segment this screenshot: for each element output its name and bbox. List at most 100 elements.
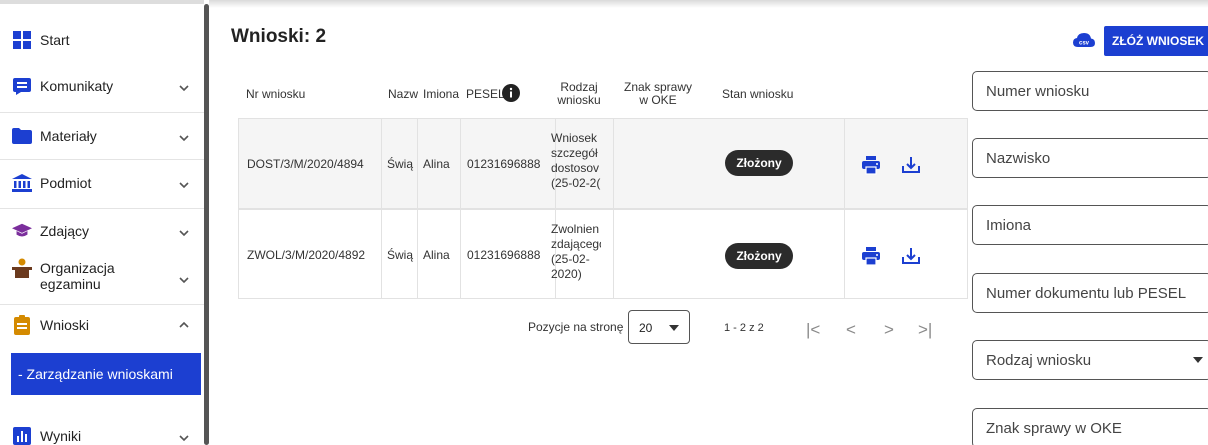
sidebar-item-label: Podmiot — [40, 175, 92, 191]
chevron-up-icon — [179, 321, 189, 328]
bar-chart-icon — [12, 426, 32, 445]
cell-rodzaj: Zwolnien zdającego (25-02- 2020) — [551, 222, 601, 282]
sidebar-item-podmiot[interactable]: Podmiot — [0, 171, 204, 195]
next-page-button[interactable]: > — [884, 320, 894, 340]
col-header-pesel[interactable]: PESEL — [466, 88, 505, 101]
status-badge: Złożony — [725, 243, 793, 269]
column-divider — [417, 119, 418, 208]
cell-nr: ZWOL/3/M/2020/4892 — [247, 248, 366, 262]
filter-imiona[interactable] — [972, 205, 1208, 245]
nazwisko-input[interactable] — [986, 139, 1196, 177]
sidebar-item-label: Zdający — [40, 223, 90, 239]
page-title: Wnioski: 2 — [231, 26, 327, 47]
dropdown-arrow-icon — [1193, 357, 1203, 363]
column-divider — [844, 119, 845, 208]
cell-rodzaj-line: Zwolnien — [551, 222, 600, 236]
clipboard-icon — [12, 315, 32, 335]
csv-export-icon[interactable]: csv — [1073, 30, 1095, 52]
sidebar-item-materialy[interactable]: Materiały — [0, 124, 204, 148]
desk-person-icon — [12, 258, 32, 278]
csv-label: csv — [1079, 41, 1090, 47]
message-icon — [12, 76, 32, 96]
divider — [0, 159, 204, 160]
filter-nazwisko[interactable] — [972, 138, 1208, 178]
cell-rodzaj-line: (25-02- — [551, 252, 590, 266]
sidebar-item-organizacja[interactable]: Organizacja egzaminu — [0, 258, 204, 294]
sidebar-item-komunikaty[interactable]: Komunikaty — [0, 74, 204, 98]
info-icon[interactable] — [502, 84, 520, 102]
column-divider — [460, 210, 461, 298]
download-icon[interactable] — [901, 246, 921, 266]
cell-pesel: 01231696888 — [467, 157, 541, 171]
per-page-select[interactable]: 20 — [628, 310, 690, 344]
grid-icon — [12, 30, 32, 50]
top-shadow — [209, 0, 1208, 8]
divider — [0, 304, 204, 305]
znak-sprawy-input[interactable] — [986, 409, 1196, 445]
submit-application-button[interactable]: ZŁÓŻ WNIOSEK — [1104, 26, 1208, 56]
cell-rodzaj-line: zdającego — [551, 237, 601, 251]
column-divider — [417, 210, 418, 298]
sidebar-item-wnioski[interactable]: Wnioski — [0, 313, 204, 337]
column-divider — [613, 210, 614, 298]
col-header-znak[interactable]: Znak sprawy w OKE — [620, 81, 696, 107]
column-divider — [381, 119, 382, 208]
col-header-nazwisko[interactable]: Nazw — [388, 88, 420, 101]
column-divider — [613, 119, 614, 208]
download-icon[interactable] — [901, 155, 921, 175]
sidebar-item-label: Wnioski — [40, 317, 90, 333]
cell-nazwisko: Świą — [387, 157, 414, 171]
cell-rodzaj: Wniosek szczegół dostosov (25-02-2( — [551, 131, 601, 191]
print-icon[interactable] — [861, 155, 881, 175]
table-row[interactable]: ZWOL/3/M/2020/4892 Świą Alina 0123169688… — [238, 209, 968, 299]
chevron-down-icon — [179, 230, 189, 237]
sidebar-subitem-zarzadzanie[interactable]: - Zarządzanie wnioskami — [11, 353, 201, 395]
divider — [0, 112, 204, 113]
graduation-cap-icon — [12, 221, 32, 241]
column-divider — [844, 210, 845, 298]
col-header-imiona[interactable]: Imiona — [423, 88, 459, 101]
chevron-down-icon — [179, 135, 189, 142]
cell-rodzaj-line: (25-02-2( — [551, 176, 601, 190]
filter-znak-sprawy[interactable] — [972, 408, 1208, 445]
prev-page-button[interactable]: < — [846, 320, 856, 340]
sidebar-item-wyniki[interactable]: Wyniki — [0, 424, 204, 445]
dropdown-arrow-icon — [669, 325, 679, 331]
sidebar-item-label: Start — [40, 32, 70, 48]
cell-pesel: 01231696888 — [467, 248, 541, 262]
imiona-input[interactable] — [986, 206, 1196, 244]
sidebar-item-label: Organizacja egzaminu — [40, 260, 115, 292]
sidebar-scrollbar[interactable] — [204, 4, 209, 445]
cell-rodzaj-line: 2020) — [551, 267, 582, 281]
filter-rodzaj-wniosku[interactable] — [972, 340, 1208, 380]
cell-imiona: Alina — [423, 157, 450, 171]
rodzaj-wniosku-select[interactable] — [986, 341, 1196, 379]
sidebar-item-label: Materiały — [40, 128, 97, 144]
first-page-button[interactable]: |< — [806, 320, 820, 340]
pagination-range: 1 - 2 z 2 — [724, 322, 764, 334]
cell-nazwisko: Świą — [387, 248, 414, 262]
cell-nr: DOST/3/M/2020/4894 — [247, 157, 364, 171]
column-divider — [460, 119, 461, 208]
numer-wniosku-input[interactable] — [986, 72, 1196, 110]
chevron-down-icon — [179, 182, 189, 189]
status-badge: Złożony — [725, 150, 793, 176]
filter-dokument[interactable] — [972, 273, 1208, 313]
per-page-label: Pozycje na stronę — [528, 320, 624, 334]
folder-icon — [12, 126, 32, 146]
sidebar-item-label: Wyniki — [40, 428, 82, 444]
dokument-pesel-input[interactable] — [986, 274, 1196, 312]
col-header-nr[interactable]: Nr wniosku — [246, 88, 305, 101]
print-icon[interactable] — [861, 246, 881, 266]
sidebar-item-zdajacy[interactable]: Zdający — [0, 219, 204, 243]
cell-rodzaj-line: dostosov — [551, 161, 600, 175]
col-header-stan[interactable]: Stan wniosku — [722, 88, 793, 101]
chevron-down-icon — [179, 85, 189, 92]
filter-numer-wniosku[interactable] — [972, 71, 1208, 111]
col-header-rodzaj[interactable]: Rodzaj wniosku — [556, 81, 602, 107]
institution-icon — [12, 173, 32, 193]
table-row[interactable]: DOST/3/M/2020/4894 Świą Alina 0123169688… — [238, 118, 968, 209]
chevron-down-icon — [179, 435, 189, 442]
sidebar-item-start[interactable]: Start — [0, 28, 204, 52]
last-page-button[interactable]: >| — [918, 320, 932, 340]
